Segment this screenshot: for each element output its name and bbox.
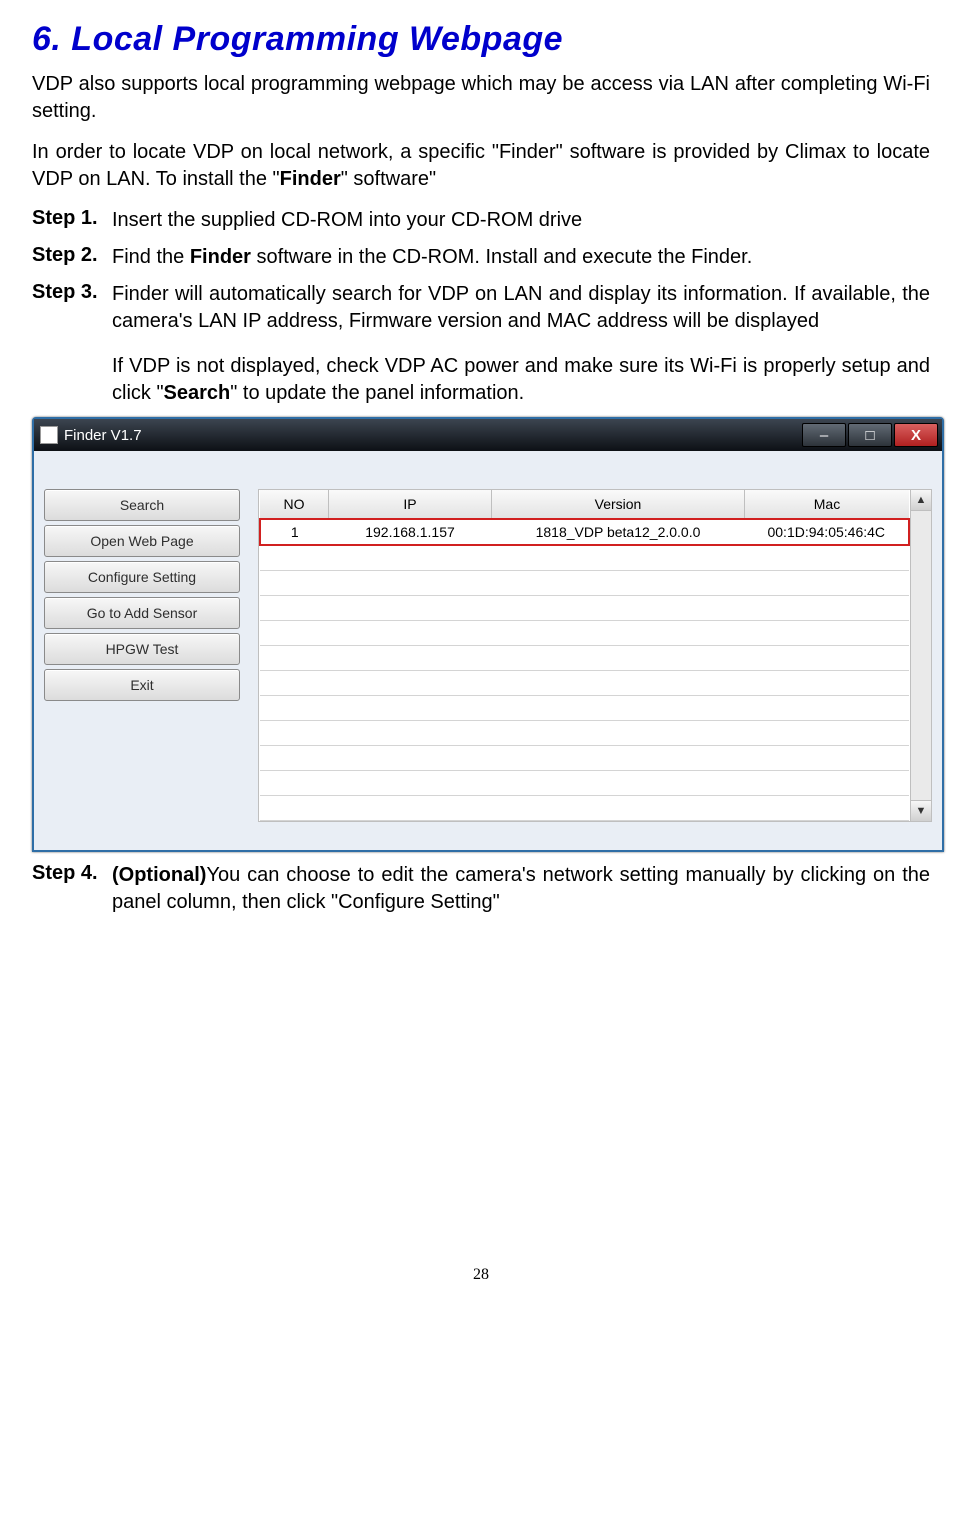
table-row[interactable] [260,696,909,721]
scrollbar[interactable]: ▲ ▼ [910,490,931,821]
intro-para-1: VDP also supports local programming webp… [32,71,930,125]
table-row[interactable] [260,671,909,696]
table-row[interactable] [260,796,909,821]
table-row[interactable] [260,746,909,771]
page-title: 6. Local Programming Webpage [32,20,930,59]
col-ip[interactable]: IP [329,490,492,519]
step-1: Step 1. Insert the supplied CD-ROM into … [32,207,930,234]
intro2-post: " software" [341,168,436,190]
step-3-body: Finder will automatically search for VDP… [112,281,930,407]
cell-mac: 00:1D:94:05:46:4C [745,519,910,545]
step-4-bold: (Optional) [112,864,206,886]
results-grid: NO IP Version Mac 1 192.168.1.157 1818_V… [258,489,932,822]
cell-version: 1818_VDP beta12_2.0.0.0 [492,519,745,545]
intro2-bold: Finder [280,168,341,190]
col-no[interactable]: NO [260,490,329,519]
table-header-row: NO IP Version Mac [260,490,909,519]
search-button[interactable]: Search [44,489,240,521]
col-mac[interactable]: Mac [745,490,910,519]
results-table[interactable]: NO IP Version Mac 1 192.168.1.157 1818_V… [259,490,910,821]
step-4-body: (Optional)You can choose to edit the cam… [112,862,930,916]
hpgw-test-button[interactable]: HPGW Test [44,633,240,665]
step-3-sub: If VDP is not displayed, check VDP AC po… [112,353,930,407]
step-1-body: Insert the supplied CD-ROM into your CD-… [112,207,930,234]
col-version[interactable]: Version [492,490,745,519]
scroll-down-icon[interactable]: ▼ [911,800,931,821]
minimize-button[interactable]: – [802,423,846,447]
configure-setting-button[interactable]: Configure Setting [44,561,240,593]
table-row[interactable] [260,571,909,596]
intro2-pre: In order to locate VDP on local network,… [32,141,930,190]
table-row[interactable]: 1 192.168.1.157 1818_VDP beta12_2.0.0.0 … [260,519,909,545]
step-2-pre: Find the [112,246,190,268]
app-icon [40,426,58,444]
step-2-body: Find the Finder software in the CD-ROM. … [112,244,930,271]
titlebar: Finder V1.7 – □ X [34,419,942,451]
step-2: Step 2. Find the Finder software in the … [32,244,930,271]
sidebar-buttons: Search Open Web Page Configure Setting G… [44,489,240,701]
table-row[interactable] [260,721,909,746]
table-row[interactable] [260,545,909,571]
step-3-sub-bold: Search [164,382,231,404]
step-3-text: Finder will automatically search for VDP… [112,283,930,332]
window-body: Search Open Web Page Configure Setting G… [34,451,942,850]
step-2-bold: Finder [190,246,251,268]
step-2-post: software in the CD-ROM. Install and exec… [251,246,752,268]
go-to-add-sensor-button[interactable]: Go to Add Sensor [44,597,240,629]
intro-para-2: In order to locate VDP on local network,… [32,139,930,193]
scroll-up-icon[interactable]: ▲ [911,490,931,511]
table-row[interactable] [260,596,909,621]
step-4: Step 4. (Optional)You can choose to edit… [32,862,930,916]
page-number: 28 [32,1266,930,1284]
step-2-label: Step 2. [32,244,112,271]
finder-window: Finder V1.7 – □ X Search Open Web Page C… [32,417,944,852]
step-3-label: Step 3. [32,281,112,407]
step-4-post: You can choose to edit the camera's netw… [112,864,930,913]
open-web-page-button[interactable]: Open Web Page [44,525,240,557]
window-title: Finder V1.7 [64,427,142,444]
cell-ip: 192.168.1.157 [329,519,492,545]
table-row[interactable] [260,621,909,646]
maximize-button[interactable]: □ [848,423,892,447]
step-3-sub-post: " to update the panel information. [230,382,524,404]
step-1-label: Step 1. [32,207,112,234]
step-3: Step 3. Finder will automatically search… [32,281,930,407]
close-button[interactable]: X [894,423,938,447]
table-row[interactable] [260,771,909,796]
step-4-label: Step 4. [32,862,112,916]
exit-button[interactable]: Exit [44,669,240,701]
table-row[interactable] [260,646,909,671]
cell-no: 1 [260,519,329,545]
